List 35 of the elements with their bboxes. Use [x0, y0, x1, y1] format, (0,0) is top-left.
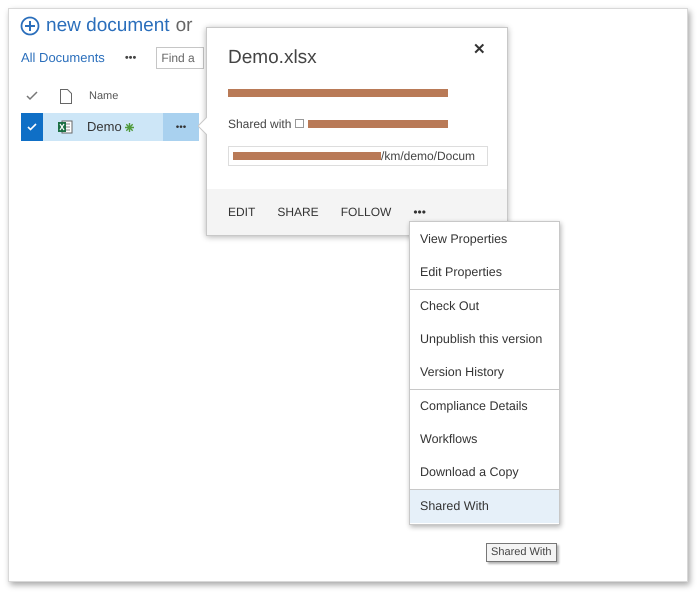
checkbox[interactable]: [295, 119, 304, 128]
document-icon: [60, 88, 72, 104]
document-row[interactable]: Demo •••: [21, 113, 199, 141]
menu-item[interactable]: Version History: [410, 356, 559, 389]
check-icon: [27, 123, 37, 131]
callout-action[interactable]: •••: [413, 203, 426, 221]
tooltip: Shared With: [486, 543, 557, 562]
url-text: /km/demo/Docum: [381, 148, 476, 164]
menu-item[interactable]: Workflows: [410, 423, 559, 456]
menu-item[interactable]: Edit Properties: [410, 256, 559, 289]
callout-action[interactable]: EDIT: [228, 203, 256, 221]
more-button[interactable]: •••: [163, 113, 199, 141]
menu-item[interactable]: View Properties: [410, 223, 559, 256]
menu-item[interactable]: Unpublish this version: [410, 323, 559, 356]
column-header[interactable]: Name: [89, 88, 118, 104]
menu-item[interactable]: Shared With: [410, 490, 559, 523]
new-document-link[interactable]: new document: [46, 12, 170, 40]
menu-item[interactable]: Download a Copy: [410, 456, 559, 489]
menu-item[interactable]: Compliance Details: [410, 390, 559, 423]
add-icon[interactable]: [20, 16, 40, 36]
menu-item[interactable]: Check Out: [410, 290, 559, 323]
row-checkbox[interactable]: [21, 113, 43, 141]
shared-with-label: Shared with: [228, 116, 292, 132]
close-button[interactable]: ✕: [473, 42, 486, 57]
view-link[interactable]: All Documents: [21, 48, 105, 68]
spreadsheet-icon: [57, 119, 73, 135]
document-name[interactable]: Demo: [87, 117, 122, 137]
drag-hint: or: [176, 14, 192, 38]
search-field[interactable]: Find a: [156, 47, 204, 69]
callout-action[interactable]: SHARE: [277, 203, 319, 221]
url-field[interactable]: /km/demo/Docum: [228, 146, 488, 166]
check-icon[interactable]: [26, 91, 38, 101]
callout-action[interactable]: FOLLOW: [340, 203, 392, 221]
callout-title: Demo.xlsx: [228, 46, 317, 70]
more-button[interactable]: •••: [124, 50, 136, 66]
